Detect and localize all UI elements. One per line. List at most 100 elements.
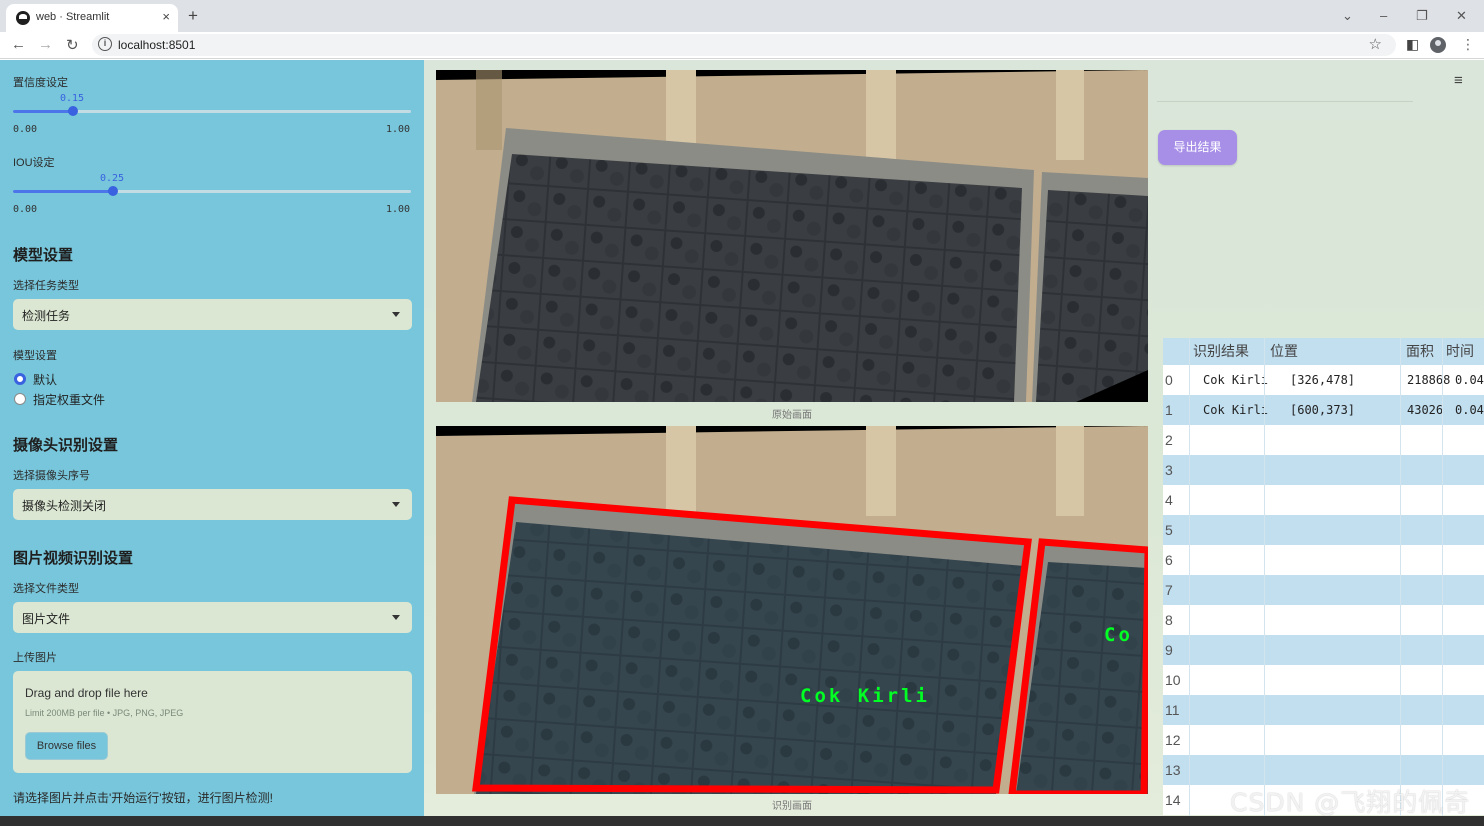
header-result[interactable]: 识别结果 [1193,338,1249,365]
radio-default-label[interactable]: 默认 [33,371,57,388]
table-row[interactable]: 3 [1163,455,1484,485]
reload-icon[interactable]: ↻ [66,36,79,54]
hamburger-menu-icon[interactable]: ≡ [1454,72,1463,89]
forward-icon[interactable]: → [38,36,53,53]
table-row[interactable]: 8 [1163,605,1484,635]
row-index: 7 [1165,582,1173,598]
table-row[interactable]: 11 [1163,695,1484,725]
column-divider [1442,338,1443,816]
row-index: 0 [1165,372,1173,388]
result-image: Cok Kirli Co [436,426,1148,794]
table-row[interactable]: 12 [1163,725,1484,755]
url-text[interactable]: localhost:8501 [118,38,195,52]
browser-menu-icon[interactable]: ⋮ [1461,36,1475,53]
tab-search-icon[interactable]: ⌄ [1342,8,1353,24]
detection-label-2: Co [1104,624,1133,646]
confidence-slider-thumb[interactable] [67,106,78,116]
confidence-value: 0.15 [60,93,85,104]
camera-section-heading: 摄像头识别设置 [13,437,119,454]
cell-time: 0.04 [1455,373,1484,387]
column-divider [1189,338,1190,816]
cell-position: [326,478] [1290,373,1356,387]
table-row[interactable]: 10 [1163,665,1484,695]
iou-min: 0.00 [13,204,38,215]
table-row[interactable]: 7 [1163,575,1484,605]
file-type-select[interactable]: 图片文件 [13,602,412,633]
address-bar[interactable]: i localhost:8501 ☆ [92,34,1396,56]
camera-index-value: 摄像头检测关闭 [22,499,107,513]
header-position[interactable]: 位置 [1270,338,1298,365]
iou-slider-thumb[interactable] [107,186,118,196]
instruction-hint: 请选择图片并点击'开始运行'按钮，进行图片检测! [13,791,273,805]
row-index: 5 [1165,522,1173,538]
camera-index-select[interactable]: 摄像头检测关闭 [13,489,412,520]
row-index: 6 [1165,552,1173,568]
confidence-slider[interactable] [13,106,411,116]
upload-label: 上传图片 [13,652,57,664]
tab-bar: web · Streamlit × + ⌄ – ❐ ✕ [0,0,1484,32]
chevron-down-icon [392,312,400,317]
back-icon[interactable]: ← [11,36,26,53]
new-tab-icon[interactable]: + [188,6,198,26]
row-index: 4 [1165,492,1173,508]
row-index: 8 [1165,612,1173,628]
detection-result-photo: Cok Kirli Co [436,426,1148,794]
upload-limit: Limit 200MB per file • JPG, PNG, JPEG [25,708,184,718]
restore-icon[interactable]: ❐ [1416,8,1428,24]
table-row[interactable]: 4 [1163,485,1484,515]
original-image [436,70,1148,402]
column-divider [1264,338,1265,816]
file-uploader-dropzone[interactable]: Drag and drop file here Limit 200MB per … [13,671,412,773]
table-row[interactable]: 2 [1163,425,1484,455]
browser-toolbar: ← → ↻ i localhost:8501 ☆ ◧ ⋮ [0,32,1484,59]
table-row[interactable]: 6 [1163,545,1484,575]
header-time[interactable]: 时间 [1446,338,1474,365]
export-results-button[interactable]: 导出结果 [1158,130,1237,165]
profile-avatar-icon[interactable] [1430,37,1446,53]
radio-custom-weights[interactable] [14,393,26,405]
csdn-watermark: CSDN @飞翔的佩奇 [1230,788,1471,817]
header-area[interactable]: 面积 [1406,338,1434,365]
close-window-icon[interactable]: ✕ [1456,8,1467,24]
side-panel-icon[interactable]: ◧ [1406,36,1419,53]
cell-area: 43026 [1407,403,1444,417]
cell-result: Cok Kirli [1203,403,1269,417]
cell-position: [600,373] [1290,403,1356,417]
task-type-select[interactable]: 检测任务 [13,299,412,330]
table-row[interactable]: 5 [1163,515,1484,545]
radio-custom-weights-label[interactable]: 指定权重文件 [33,391,105,408]
column-divider [1400,338,1401,816]
iou-max: 1.00 [386,204,411,215]
streamlit-favicon-icon [16,11,30,25]
tab-title: web · Streamlit [36,11,110,23]
table-row[interactable]: 13 [1163,755,1484,785]
sidebar: 置信度设定 0.15 0.00 1.00 IOU设定 0.25 0.00 1.0… [0,60,424,816]
tab-close-icon[interactable]: × [162,9,170,24]
row-index: 14 [1165,792,1181,808]
radio-default[interactable] [14,373,26,385]
solar-panel-photo [436,70,1148,402]
tab-streamlit[interactable]: web · Streamlit × [6,4,178,32]
iou-slider[interactable] [13,186,411,196]
cell-area: 218868 [1407,373,1451,387]
table-row[interactable]: 9 [1163,635,1484,665]
taskbar-strip [0,816,1484,826]
table-row[interactable]: 1 Cok Kirli [600,373] 43026 0.04 [1163,395,1484,425]
bookmark-star-icon[interactable]: ☆ [1369,35,1382,53]
chevron-down-icon [392,615,400,620]
detection-label-1: Cok Kirli [800,685,930,707]
browse-files-button[interactable]: Browse files [25,732,108,760]
divider [1157,101,1413,102]
cell-time: 0.04 [1455,403,1484,417]
model-section-heading: 模型设置 [13,247,74,264]
task-type-value: 检测任务 [22,309,71,323]
minimize-icon[interactable]: – [1380,8,1387,23]
confidence-slider-fill [13,110,73,113]
site-info-icon[interactable]: i [98,37,112,51]
table-row[interactable]: 0 Cok Kirli [326,478] 218868 0.04 [1163,365,1484,395]
camera-index-label: 选择摄像头序号 [13,470,90,482]
results-table[interactable]: 识别结果 位置 面积 时间 0 Cok Kirli [326,478] 218868 0… [1163,338,1484,816]
row-index: 9 [1165,642,1173,658]
result-caption: 识别画面 [772,801,812,812]
row-index: 2 [1165,432,1173,448]
